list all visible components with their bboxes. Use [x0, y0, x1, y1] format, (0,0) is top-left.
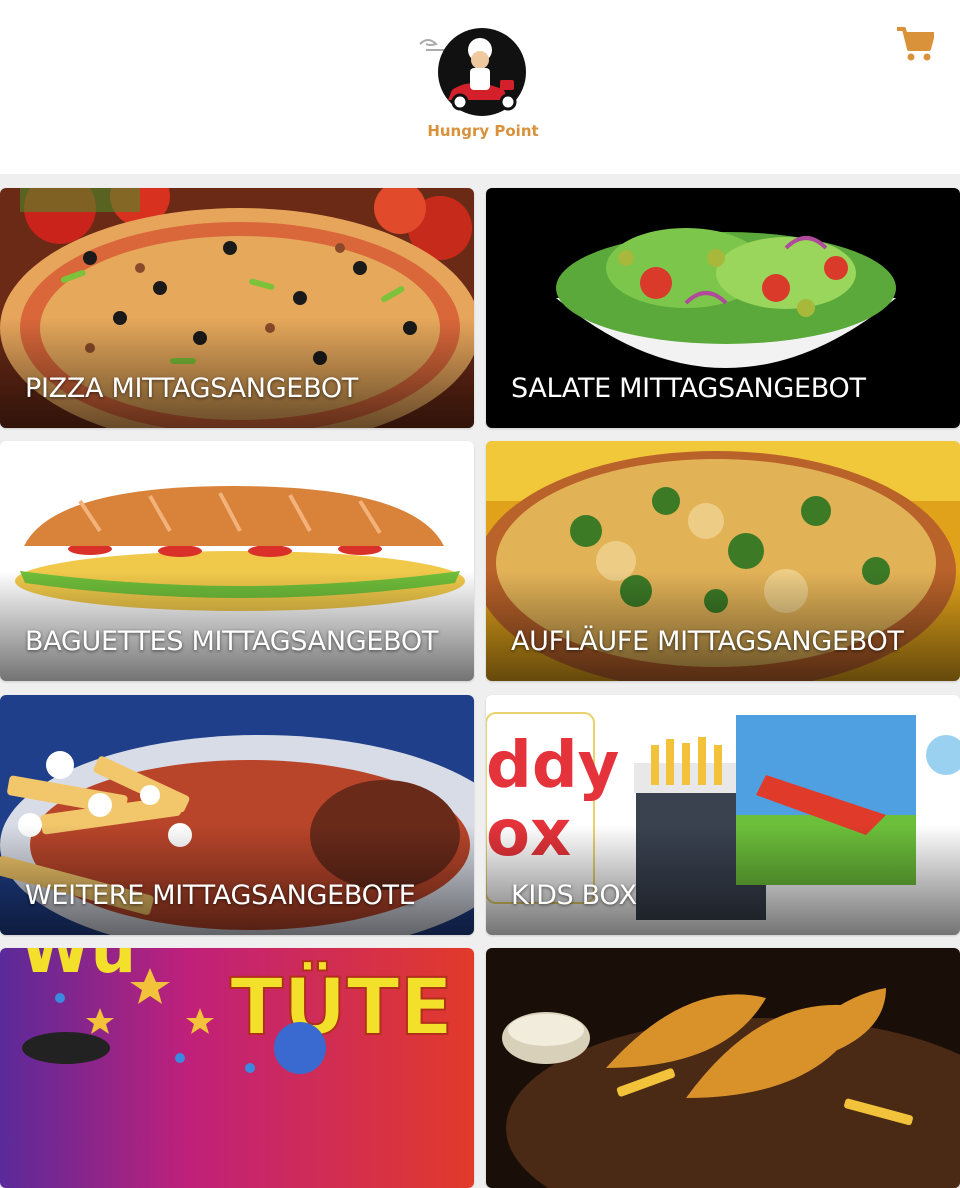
category-tile-casserole[interactable]: AUFLÄUFE MITTAGSANGEBOT [486, 441, 960, 681]
category-label: WEITERE MITTAGSANGEBOTE [25, 880, 416, 911]
category-tile-salad[interactable]: SALATE MITTAGSANGEBOT [486, 188, 960, 428]
svg-text:ddy: ddy [486, 729, 619, 803]
tuete-text: TÜTE [230, 961, 453, 1053]
shopping-cart-icon [897, 27, 935, 61]
app-header: Hungry Point [0, 0, 960, 174]
wundertuete-image: Wu TÜTE [0, 948, 474, 1188]
svg-text:Wu: Wu [20, 948, 136, 988]
category-label: PIZZA MITTAGSANGEBOT [25, 373, 358, 404]
category-tile-fish[interactable] [486, 948, 960, 1188]
cart-button[interactable] [896, 25, 935, 63]
chef-scooter-icon [419, 28, 526, 116]
category-tile-kids-box[interactable]: ddy ox KIDS BOX [486, 695, 960, 935]
category-label: KIDS BOX [511, 880, 637, 911]
fish-and-chips-image [486, 948, 960, 1188]
category-tile-wundertuete[interactable]: Wu TÜTE [0, 948, 474, 1188]
logo-text: Hungry Point [427, 122, 539, 140]
category-tile-pizza[interactable]: PIZZA MITTAGSANGEBOT [0, 188, 474, 428]
category-label: SALATE MITTAGSANGEBOT [511, 373, 866, 404]
category-tile-fries[interactable]: WEITERE MITTAGSANGEBOTE [0, 695, 474, 935]
hungry-point-logo[interactable]: Hungry Point [418, 22, 548, 146]
category-tile-baguette[interactable]: BAGUETTES MITTAGSANGEBOT [0, 441, 474, 681]
category-label: AUFLÄUFE MITTAGSANGEBOT [511, 626, 904, 657]
category-label: BAGUETTES MITTAGSANGEBOT [25, 626, 439, 657]
